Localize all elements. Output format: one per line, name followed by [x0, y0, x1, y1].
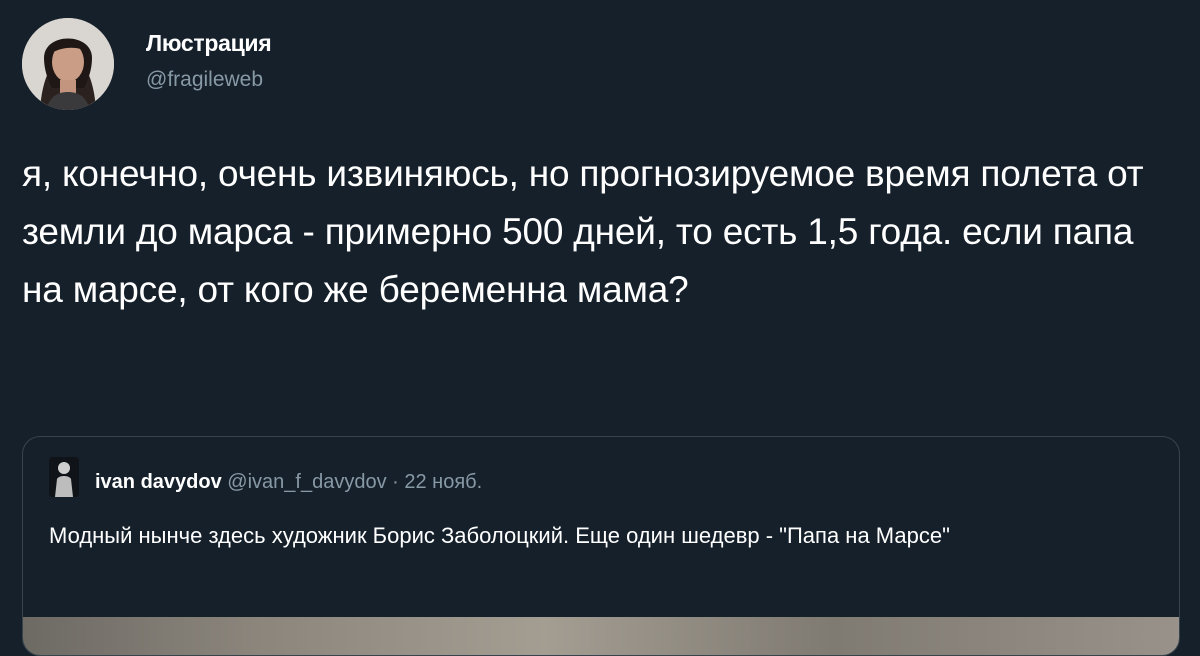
avatar-portrait-icon: [22, 18, 114, 110]
quoted-author-name[interactable]: ivan davydov: [95, 471, 222, 493]
quoted-author-handle[interactable]: @ivan_f_davydov: [227, 471, 386, 493]
tweet[interactable]: Люстрация @fragileweb я, конечно, очень …: [0, 0, 1200, 656]
quoted-author-avatar[interactable]: [49, 457, 79, 497]
author-display-name[interactable]: Люстрация: [146, 30, 272, 57]
quoted-tweet-image[interactable]: [23, 617, 1179, 655]
quoted-tweet-text: Модный нынче здесь художник Борис Заболо…: [49, 523, 950, 548]
tweet-text: я, конечно, очень извиняюсь, но прогнози…: [22, 153, 1144, 310]
author-handle[interactable]: @fragileweb: [146, 68, 263, 92]
quoted-avatar-figure-icon: [49, 457, 79, 497]
quoted-tweet-card[interactable]: ivan davydov @ivan_f_davydov · 22 нояб. …: [22, 436, 1180, 656]
author-avatar[interactable]: [22, 18, 114, 110]
quoted-meta-separator: ·: [392, 471, 399, 493]
quoted-tweet-header: ivan davydov @ivan_f_davydov · 22 нояб.: [95, 471, 482, 494]
quoted-tweet-date[interactable]: 22 нояб.: [404, 471, 482, 493]
